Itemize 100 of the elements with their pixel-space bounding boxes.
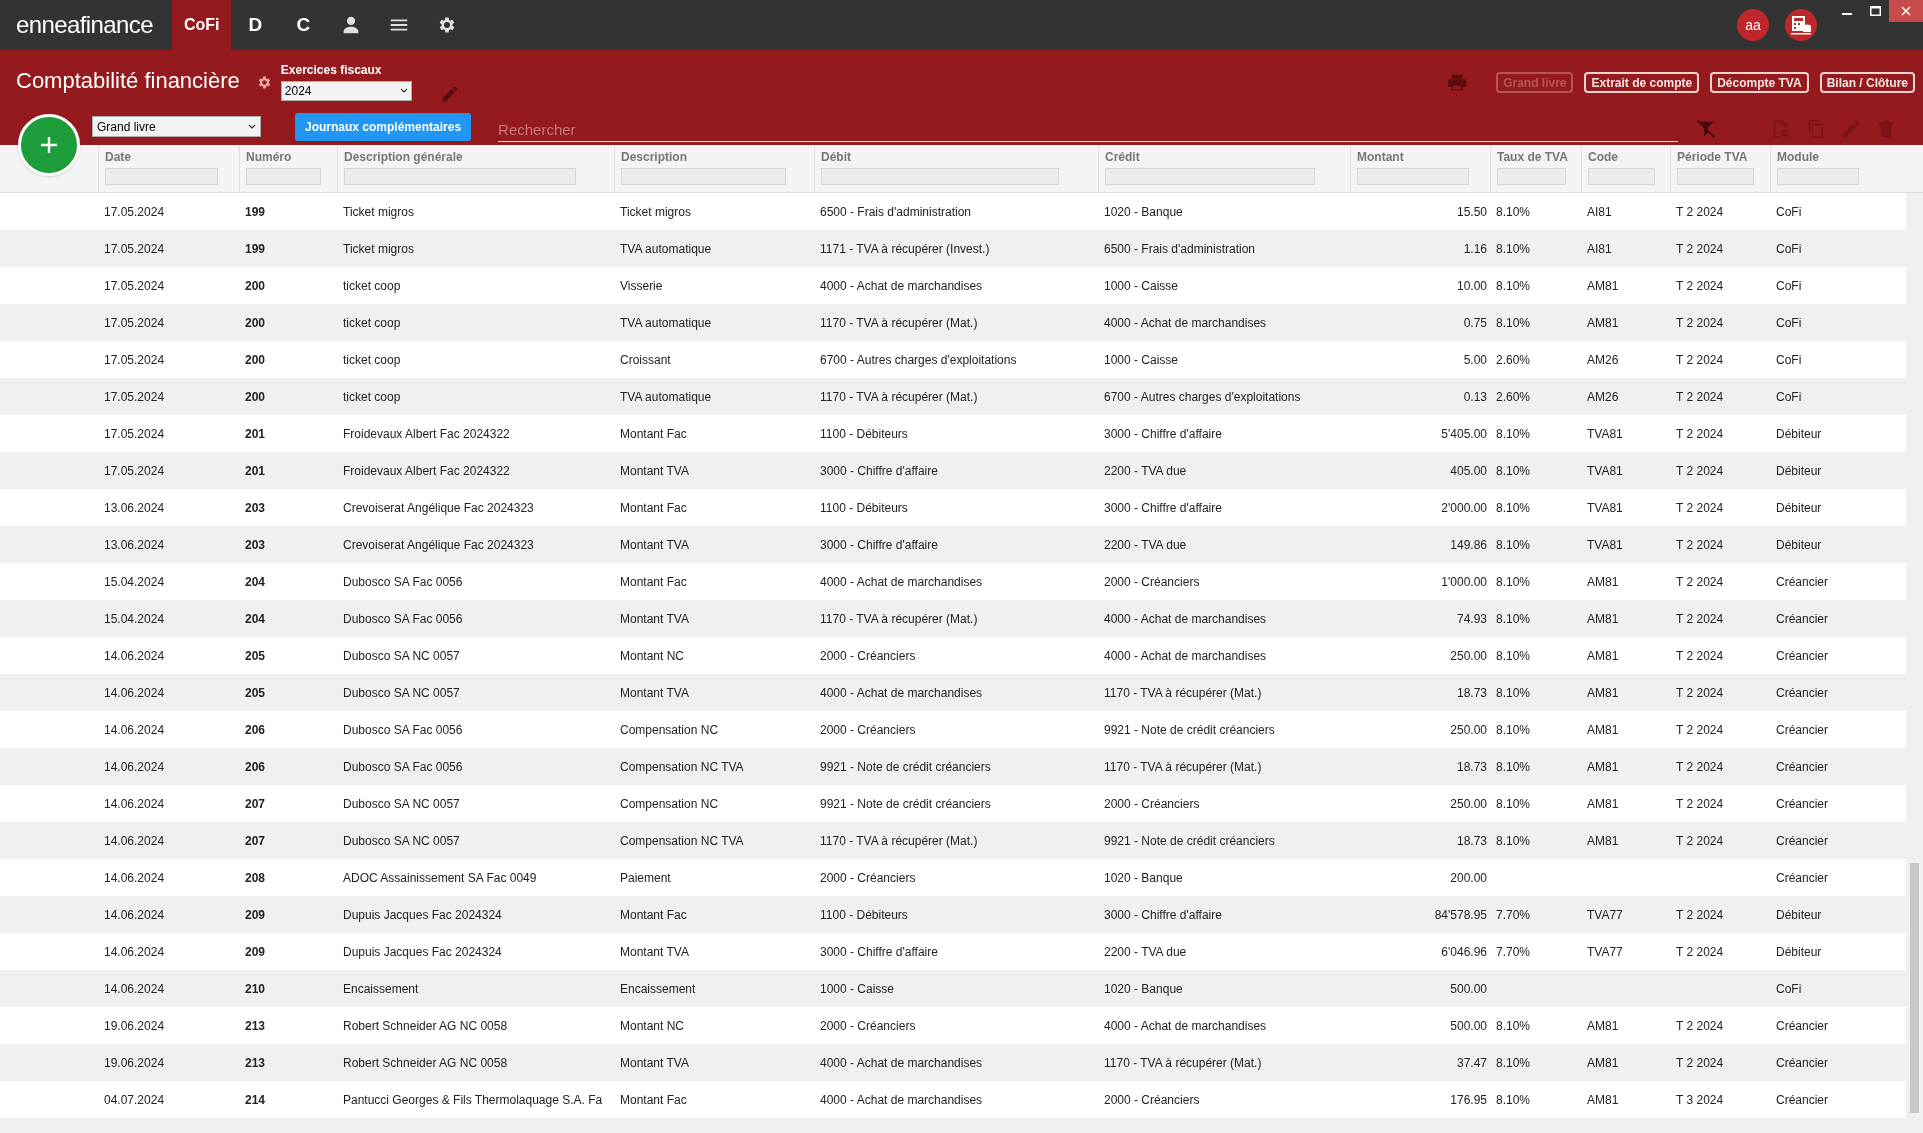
table-cell-text: CoFi bbox=[1775, 240, 1803, 258]
journals-button[interactable]: Journaux complémentaires bbox=[295, 112, 472, 141]
table-cell-text: 405.00 bbox=[1449, 462, 1488, 480]
column-filter-field[interactable] bbox=[105, 168, 218, 185]
table-cell-text: 1'000.00 bbox=[1440, 573, 1488, 591]
column-header[interactable]: Débit bbox=[821, 150, 1092, 165]
table-cell-text: 205 bbox=[244, 647, 267, 665]
table-cell-text: 3000 - Chiffre d'affaire bbox=[1103, 499, 1223, 517]
table-cell-text: 0.75 bbox=[1462, 314, 1488, 332]
table-cell-text: AM81 bbox=[1586, 647, 1620, 665]
table-cell-text: Créancier bbox=[1775, 647, 1830, 665]
table-cell-text: 8.10% bbox=[1495, 536, 1532, 554]
table-cell-text: T 2 2024 bbox=[1675, 795, 1725, 813]
table-cell-text: 17.05.2024 bbox=[103, 351, 166, 369]
table-cell-text: 200 bbox=[244, 351, 267, 369]
plus-icon[interactable] bbox=[40, 136, 58, 154]
report-button[interactable]: Bilan / Clôture bbox=[1819, 72, 1915, 93]
table-cell-text: Créancier bbox=[1775, 832, 1830, 850]
scrollbar-thumb[interactable] bbox=[1910, 863, 1919, 1113]
table-cell-text: 19.06.2024 bbox=[103, 1017, 166, 1035]
table-cell-text: 18.73 bbox=[1455, 832, 1488, 850]
table-cell-text: 8.10% bbox=[1495, 1017, 1532, 1035]
table-cell-text: Encaissement bbox=[342, 980, 420, 998]
nav-tab[interactable]: D bbox=[231, 0, 280, 50]
table-cell-text: Dubosco SA Fac 0056 bbox=[342, 721, 464, 739]
column-header[interactable]: Description générale bbox=[344, 150, 608, 165]
table-cell-text: TVA81 bbox=[1586, 462, 1624, 480]
table-cell-text: 2.60% bbox=[1495, 388, 1532, 406]
filter-off-icon[interactable] bbox=[1695, 117, 1718, 140]
fiscal-year-select[interactable]: 2024 bbox=[280, 81, 412, 101]
column-filter-field[interactable] bbox=[1357, 168, 1469, 185]
table-cell-text: 250.00 bbox=[1449, 795, 1488, 813]
column-header[interactable]: Code bbox=[1588, 150, 1664, 165]
table-cell-text: TVA77 bbox=[1586, 943, 1624, 961]
table-cell-text: 19.06.2024 bbox=[103, 1054, 166, 1072]
table-cell-text: 203 bbox=[244, 499, 267, 517]
table-cell-text: T 2 2024 bbox=[1675, 647, 1725, 665]
table-cell-text: Froidevaux Albert Fac 2024322 bbox=[342, 462, 511, 480]
search-field[interactable]: Rechercher bbox=[498, 119, 1679, 142]
user-avatar[interactable]: aa bbox=[1737, 9, 1769, 41]
table-cell-text: 250.00 bbox=[1449, 721, 1488, 739]
table-cell-text: Débiteur bbox=[1775, 462, 1823, 480]
column-header[interactable]: Taux de TVA bbox=[1497, 150, 1575, 165]
column-header[interactable]: Date bbox=[105, 150, 233, 165]
nav-tab[interactable]: C bbox=[279, 0, 328, 50]
table-cell-text: Montant TVA bbox=[619, 462, 690, 480]
maximize-icon[interactable] bbox=[1869, 6, 1881, 16]
table-cell-text: Dubosco SA NC 0057 bbox=[342, 684, 461, 702]
table-cell-text: 6700 - Autres charges d'exploitations bbox=[819, 351, 1018, 369]
column-header[interactable]: Module bbox=[1777, 150, 1870, 165]
column-header[interactable]: Crédit bbox=[1105, 150, 1344, 165]
table-cell-text: 15.50 bbox=[1455, 203, 1488, 221]
table-cell-text: T 2 2024 bbox=[1675, 943, 1725, 961]
close-icon[interactable] bbox=[1901, 6, 1911, 16]
column-filter-field[interactable] bbox=[1588, 168, 1655, 185]
table-cell-text: Dupuis Jacques Fac 2024324 bbox=[342, 906, 503, 924]
table-cell-text: Montant TVA bbox=[619, 536, 690, 554]
table-cell-text: Créancier bbox=[1775, 758, 1830, 776]
table-cell-text: 8.10% bbox=[1495, 573, 1532, 591]
table-cell-text: Dubosco SA NC 0057 bbox=[342, 647, 461, 665]
report-button[interactable]: Extrait de compte bbox=[1584, 72, 1700, 93]
table-cell-text: T 3 2024 bbox=[1675, 1091, 1725, 1109]
table-cell-text: T 2 2024 bbox=[1675, 573, 1725, 591]
column-header[interactable]: Numéro bbox=[246, 150, 331, 165]
table-cell-text: 14.06.2024 bbox=[103, 647, 166, 665]
table-cell-text: 2000 - Créanciers bbox=[819, 647, 917, 665]
table-cell-text: Ticket migros bbox=[342, 240, 415, 258]
table-cell-text: Créancier bbox=[1775, 684, 1830, 702]
column-filter-field[interactable] bbox=[1105, 168, 1316, 185]
table-cell-text: 500.00 bbox=[1449, 980, 1488, 998]
column-filter-field[interactable] bbox=[246, 168, 321, 185]
column-header[interactable]: Période TVA bbox=[1677, 150, 1764, 165]
table-cell-text: 6700 - Autres charges d'exploitations bbox=[1103, 388, 1302, 406]
report-button[interactable]: Décompte TVA bbox=[1710, 72, 1809, 93]
table-cell-text: 1170 - TVA à récupérer (Mat.) bbox=[819, 388, 979, 406]
column-filter-field[interactable] bbox=[1497, 168, 1566, 185]
column-filter-field[interactable] bbox=[344, 168, 577, 185]
nav-tab[interactable]: CoFi bbox=[171, 0, 232, 50]
column-header[interactable]: Description bbox=[621, 150, 808, 165]
column-header[interactable]: Montant bbox=[1357, 150, 1484, 165]
table-cell-text: TVA automatique bbox=[619, 314, 713, 332]
table-cell-text: 206 bbox=[244, 758, 267, 776]
table-cell-text: T 2 2024 bbox=[1675, 314, 1725, 332]
table-cell-text: 5'405.00 bbox=[1440, 425, 1488, 443]
table-cell-text: 10.00 bbox=[1455, 277, 1488, 295]
column-filter-field[interactable] bbox=[821, 168, 1060, 185]
table-cell-text: TVA automatique bbox=[619, 240, 713, 258]
table-cell-text: T 2 2024 bbox=[1675, 906, 1725, 924]
column-filter-field[interactable] bbox=[621, 168, 786, 185]
column-filter-field[interactable] bbox=[1677, 168, 1754, 185]
calculator-database-icon[interactable] bbox=[1789, 13, 1813, 37]
table-cell-text: 8.10% bbox=[1495, 721, 1532, 739]
table-cell-text: AI81 bbox=[1586, 240, 1613, 258]
table-cell-text: 214 bbox=[244, 1091, 267, 1109]
page-title: Comptabilité financière bbox=[16, 67, 240, 95]
column-filter-field[interactable] bbox=[1777, 168, 1859, 185]
table-cell-text: 74.93 bbox=[1455, 610, 1488, 628]
table-cell-text: 209 bbox=[244, 906, 267, 924]
view-select[interactable]: Grand livre bbox=[92, 116, 261, 137]
scrollbar[interactable] bbox=[1906, 193, 1923, 1133]
